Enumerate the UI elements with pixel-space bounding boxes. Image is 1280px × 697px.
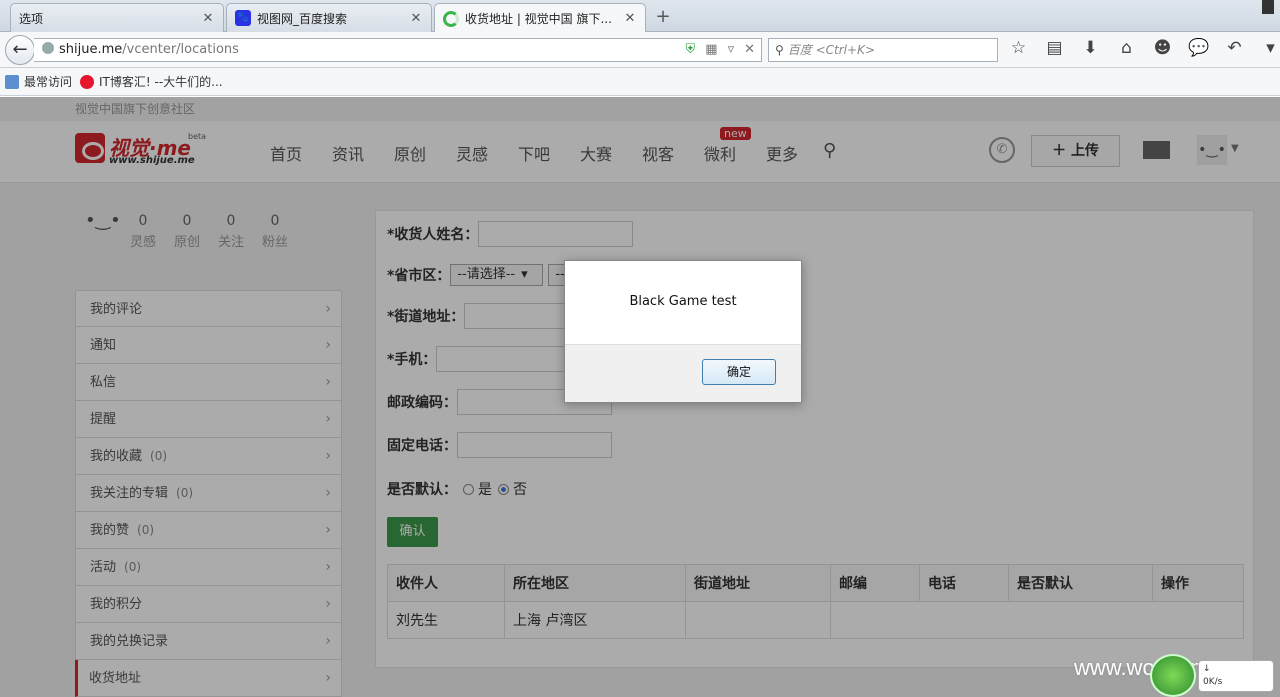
network-speed-box: ↓ 0K/s [1198,660,1274,692]
back-arrow-icon: ← [12,39,28,60]
bookmark-most-visited[interactable]: 最常访问 [5,68,72,96]
bookmark-label: 最常访问 [24,75,73,89]
back-button[interactable]: ← [5,35,35,65]
tab-shipping-address[interactable]: 收货地址 | 视觉中国 旗下... ✕ [434,3,646,33]
network-monitor-icon[interactable] [1150,654,1196,697]
alert-dialog: Black Game test 确定 [564,260,802,403]
search-icon: ⚲ [775,43,784,57]
new-tab-button[interactable]: + [652,6,674,27]
shield-icon[interactable]: ⛨ [686,39,696,61]
baidu-paw-icon: 🐾 [235,10,251,26]
close-icon[interactable]: ✕ [623,11,637,26]
bookmark-label: IT博客汇! --大牛们的... [99,75,223,89]
alert-message: Black Game test [629,294,737,309]
tab-label: 选项 [19,11,44,26]
ok-button[interactable]: 确定 [702,359,776,385]
search-input[interactable]: ⚲ 百度 <Ctrl+K> [768,38,998,62]
close-icon[interactable]: ✕ [201,11,215,26]
menu-dropdown-icon[interactable]: ▾ [1260,38,1280,58]
network-speed: 0K/s [1203,677,1223,687]
dropdown-icon[interactable]: ▿ [728,39,735,61]
tab-list-icon[interactable] [1262,0,1274,14]
reading-list-icon[interactable]: ▤ [1044,38,1065,58]
stop-icon[interactable]: ✕ [744,39,755,61]
undo-icon[interactable]: ↶ [1224,38,1245,58]
download-icon[interactable]: ⬇ [1080,38,1101,58]
url-bar[interactable]: shijue.me/vcenter/locations ⛨ ▦ ▿ ✕ [34,38,762,62]
tab-label: 收货地址 | 视觉中国 旗下... [465,12,612,26]
tab-baidu-search[interactable]: 🐾 视图网_百度搜索 ✕ [226,3,432,32]
folder-icon [5,75,19,89]
globe-icon [42,42,54,54]
url-host: shijue.me [59,42,123,57]
bookmark-star-icon[interactable]: ☆ [1008,38,1029,58]
weibo-icon [80,75,94,89]
bookmarks-bar: 最常访问 IT博客汇! --大牛们的... [0,68,1280,96]
loading-spinner-icon [443,10,459,27]
toolbar-icons: ☆ ▤ ⬇ ⌂ ☻ 💬 ↶ ▾ [1008,38,1280,58]
close-icon[interactable]: ✕ [409,11,423,26]
url-path: /vcenter/locations [122,42,239,57]
search-placeholder: 百度 <Ctrl+K> [787,43,875,57]
tab-label: 视图网_百度搜索 [257,11,348,26]
qr-code-icon[interactable]: ▦ [705,39,717,61]
download-arrow-icon: ↓ [1203,664,1211,674]
smiley-icon[interactable]: ☻ [1152,38,1173,58]
alert-footer: 确定 [565,344,801,402]
nav-toolbar: ← shijue.me/vcenter/locations ⛨ ▦ ▿ ✕ ⚲ 百… [0,32,1280,68]
tab-options[interactable]: 选项 ✕ [10,3,224,32]
bookmark-it-blog[interactable]: IT博客汇! --大牛们的... [80,68,223,96]
chat-icon[interactable]: 💬 [1188,38,1209,58]
tab-strip: 选项 ✕ 🐾 视图网_百度搜索 ✕ 收货地址 | 视觉中国 旗下... ✕ + [0,0,1280,33]
home-icon[interactable]: ⌂ [1116,38,1137,58]
